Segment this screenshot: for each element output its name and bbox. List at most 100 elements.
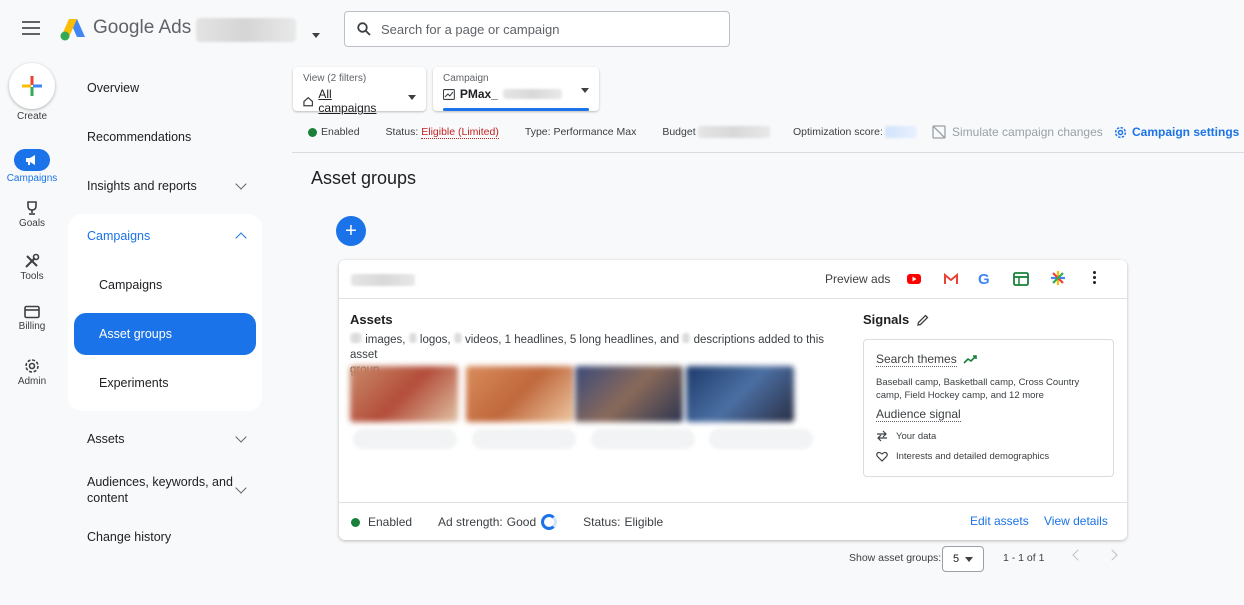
rail-campaigns[interactable]: Campaigns	[1, 149, 63, 184]
credit-card-icon	[24, 305, 40, 319]
preview-ads-label: Preview ads	[825, 272, 891, 286]
home-icon	[303, 96, 314, 106]
asset-image-thumbnail[interactable]	[350, 366, 458, 422]
rail-admin[interactable]: Admin	[1, 358, 63, 387]
plus-icon	[22, 76, 42, 96]
campaign-filter-indicator	[443, 108, 589, 111]
rail-billing-label: Billing	[18, 321, 46, 332]
signals-header: Signals	[863, 312, 929, 327]
gmail-icon[interactable]	[944, 272, 958, 288]
asset-image-thumbnail[interactable]	[686, 366, 794, 422]
menu-icon[interactable]	[22, 21, 40, 35]
search-bar[interactable]	[344, 11, 730, 47]
interests-row: Interests and detailed demographics	[876, 451, 1049, 462]
audience-signal-label[interactable]: Audience signal	[876, 407, 961, 422]
footer-status-label: Status:	[583, 515, 621, 529]
edit-pencil-icon[interactable]	[917, 314, 929, 326]
campaign-settings-label: Campaign settings	[1132, 125, 1240, 139]
simulate-campaign-changes[interactable]: Simulate campaign changes	[932, 125, 1103, 139]
nav-campaigns[interactable]: Campaigns	[70, 270, 262, 300]
search-themes-heading[interactable]: Search themes	[876, 352, 977, 367]
asset-group-enabled[interactable]: Enabled	[368, 515, 412, 529]
dropdown-icon	[965, 556, 974, 562]
nav-experiments[interactable]: Experiments	[70, 368, 262, 398]
nav-assets[interactable]: Assets	[70, 424, 262, 454]
campaign-filter-label: Campaign	[443, 73, 489, 84]
rail-create-label: Create	[16, 111, 47, 122]
ad-strength-ring-icon[interactable]	[541, 514, 558, 530]
status-value[interactable]: Eligible (Limited)	[421, 126, 499, 139]
display-icon[interactable]	[1013, 272, 1029, 289]
google-ads-logo	[60, 17, 86, 41]
account-dropdown-icon[interactable]	[312, 33, 320, 38]
optimization-score[interactable]: Optimization score:	[793, 125, 917, 139]
redacted-count	[453, 333, 462, 343]
card-footer-divider	[339, 502, 1127, 503]
enabled-status-dot	[308, 127, 317, 137]
rail-goals[interactable]: Goals	[1, 200, 63, 229]
settings-gear-icon	[1114, 126, 1127, 138]
search-themes-list: Baseball camp, Basketball camp, Cross Co…	[876, 377, 1080, 401]
view-filter[interactable]: View (2 filters) All campaigns	[293, 67, 426, 115]
campaign-name-redacted	[502, 89, 562, 99]
enabled-status-dot	[351, 517, 360, 527]
chevron-up-icon	[235, 232, 247, 244]
asset-group-card-header	[339, 260, 1127, 299]
chevron-down-icon	[235, 178, 247, 190]
redacted-count	[350, 333, 362, 343]
optimization-label: Optimization score:	[793, 126, 883, 138]
more-options-icon[interactable]	[1093, 271, 1096, 284]
asset-group-footer: Enabled Ad strength: Good Status: Eligib…	[351, 514, 663, 530]
nav-insights-and-reports[interactable]: Insights and reports	[70, 171, 262, 201]
asset-image-thumbnail[interactable]	[575, 366, 683, 422]
create-button[interactable]	[9, 63, 55, 109]
campaign-type: Type: Performance Max	[524, 126, 637, 138]
asset-text-chip[interactable]	[353, 429, 457, 449]
heart-icon	[876, 451, 888, 462]
status-label: Status:	[385, 126, 419, 138]
budget-label: Budget	[662, 126, 696, 138]
simulate-icon	[932, 125, 946, 139]
asset-text-chip[interactable]	[709, 429, 813, 449]
chevron-down-icon	[235, 482, 247, 494]
nav-audiences-keywords-content[interactable]: Audiences, keywords, and content	[70, 472, 262, 508]
next-page-icon[interactable]	[1106, 549, 1118, 561]
view-filter-label: View (2 filters)	[303, 73, 367, 84]
discover-icon[interactable]	[1051, 271, 1065, 288]
asset-text-chip[interactable]	[472, 429, 576, 449]
nav-overview[interactable]: Overview	[70, 73, 262, 103]
nav-change-history[interactable]: Change history	[70, 522, 262, 552]
view-details-link[interactable]: View details	[1044, 514, 1108, 528]
asset-group-name-redacted[interactable]	[351, 274, 415, 286]
search-themes-label: Search themes	[876, 352, 957, 367]
youtube-icon[interactable]	[907, 273, 921, 288]
rail-billing[interactable]: Billing	[1, 305, 63, 332]
trophy-icon	[27, 201, 37, 215]
tools-icon	[25, 253, 40, 268]
nav-recommendations[interactable]: Recommendations	[70, 122, 262, 152]
page-size-select[interactable]: 5	[942, 546, 984, 572]
search-input[interactable]	[381, 21, 701, 37]
assets-title: Assets	[350, 312, 393, 327]
campaign-enabled[interactable]: Enabled	[321, 126, 360, 138]
footer-status-value: Eligible	[624, 515, 664, 529]
account-name[interactable]	[196, 18, 296, 42]
dropdown-icon	[581, 87, 589, 93]
megaphone-icon	[14, 149, 50, 171]
asset-image-thumbnail[interactable]	[466, 366, 574, 422]
nav-campaigns-group[interactable]: Campaigns	[70, 221, 262, 251]
rail-tools[interactable]: Tools	[1, 253, 63, 282]
add-asset-group-button[interactable]: +	[336, 216, 366, 246]
prev-page-icon[interactable]	[1072, 549, 1084, 561]
sync-arrows-icon	[877, 430, 887, 442]
interests-label: Interests and detailed demographics	[896, 451, 1050, 462]
rail-admin-label: Admin	[17, 376, 47, 387]
campaign-settings-link[interactable]: Campaign settings	[1114, 125, 1239, 139]
campaign-filter[interactable]: Campaign PMax_	[433, 67, 599, 111]
edit-assets-link[interactable]: Edit assets	[970, 514, 1029, 528]
google-search-icon[interactable]: G	[978, 271, 990, 288]
your-data-row: Your data	[876, 430, 936, 442]
asset-text-chip[interactable]	[591, 429, 695, 449]
nav-asset-groups[interactable]: Asset groups	[70, 319, 262, 349]
header-divider	[292, 152, 1244, 153]
